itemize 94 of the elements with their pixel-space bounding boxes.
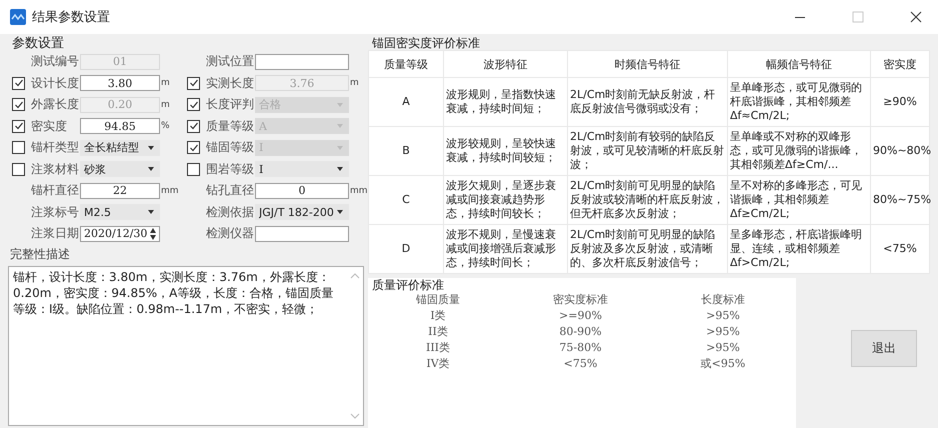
field-label: 实测长度 [206, 74, 255, 92]
date-field[interactable]: 2020/12/30 [80, 226, 160, 242]
table-cell-text: 75-80% [558, 340, 603, 355]
group-title: 质量评价标准 [372, 278, 445, 292]
checkbox[interactable] [12, 141, 25, 154]
field-label: 锚杆直径 [31, 182, 80, 200]
table-cell: C [368, 176, 444, 224]
dropdown[interactable]: M2.5 [80, 204, 160, 220]
table-cell: 波形欠规则，呈逐步衰减或间接衰减趋势形态，持续时间较长； [444, 176, 568, 224]
table-cell-text: 80-90% [558, 324, 603, 339]
group-title: 参数设置 [12, 36, 65, 51]
input-field[interactable]: 94.85 [80, 118, 160, 134]
column-header: 幅频信号特征 [728, 50, 870, 78]
field-label: 质量等级 [206, 118, 255, 135]
unit-label: % [161, 120, 171, 132]
table-cell: <75% [870, 224, 930, 274]
table-cell-text: 或<95% [700, 356, 746, 371]
field-label: 检测仪器 [206, 225, 255, 242]
dropdown[interactable]: 全长粘结型 [80, 140, 160, 156]
table-cell-text: >95% [705, 340, 741, 355]
checkbox[interactable] [187, 162, 200, 176]
field-label: 围岩等级 [206, 160, 255, 178]
column-header: 密实度 [870, 50, 930, 78]
checkbox[interactable] [12, 162, 25, 176]
table-cell: 80%~75% [870, 176, 930, 224]
field-label: 外露长度 [31, 96, 80, 114]
table-cell-text: II类 [427, 324, 449, 339]
field-label: 锚固等级 [206, 139, 255, 156]
field-label: 注浆材料 [31, 160, 80, 178]
table-cell: 2L/Cm时刻前可见明显的缺陷反射波或较清晰的杆底反射波，但无杆底多次反射波； [568, 176, 728, 224]
field-label: 密实度 [31, 118, 68, 135]
field-label: 钻孔直径 [206, 182, 255, 200]
table-cell: 呈单峰形态，或可见微弱的杆底谐振峰，其相邻频差Δf≈Cm/2L; [728, 78, 870, 126]
section-label: 完整性描述 [10, 246, 71, 262]
table-cell: 呈单峰或不对称的双峰形态，或可见微弱的谐振峰，其相邻频差Δf≥Cm/... [728, 126, 870, 176]
dropdown-arrow-icon[interactable] [148, 167, 154, 172]
input-field[interactable]: 0 [255, 182, 349, 199]
table-cell: 2L/Cm时刻前无缺反射波，杆底反射波信号微弱或没有； [568, 78, 728, 126]
window-title: 结果参数设置 [32, 9, 110, 26]
dropdown-arrow-icon[interactable] [148, 146, 154, 150]
input-field[interactable]: 3.80 [80, 75, 160, 92]
unit-label: m [350, 77, 360, 90]
field-label: 测试位置 [206, 53, 255, 70]
field-label: 设计长度 [31, 74, 80, 92]
table-cell: A [368, 78, 444, 126]
dropdown[interactable]: I [255, 161, 349, 178]
column-header: 长度标准 [700, 292, 746, 307]
field-label: 注浆日期 [31, 225, 80, 242]
field-label: 长度评判 [206, 96, 255, 114]
column-header: 锚固质量 [415, 292, 461, 307]
input-field[interactable] [255, 226, 349, 242]
unit-label: mm [161, 184, 179, 197]
field-label: 检测依据 [206, 204, 255, 221]
unit-label: mm [350, 184, 368, 197]
table-cell: D [368, 224, 444, 274]
table-cell-text: IV类 [425, 356, 451, 371]
exit-button[interactable]: 退出 [851, 330, 917, 366]
table-cell: 波形较规则，呈较快速衰减，持续时间较短； [444, 126, 568, 176]
table-cell-text: I类 [429, 308, 447, 323]
dropdown-arrow-icon[interactable] [337, 210, 343, 214]
table-cell: 呈不对称的多峰形态，可见谐振峰，其相邻频差Δf≥Cm/2L; [728, 176, 870, 224]
table-cell-text: >95% [705, 324, 741, 339]
table-cell: 波形规则，呈指数快速衰减，持续时间短； [444, 78, 568, 126]
dropdown[interactable]: 砂浆 [80, 161, 160, 178]
field-label: 锚杆类型 [31, 139, 80, 156]
app-icon [10, 9, 26, 25]
column-header: 波形特征 [444, 50, 568, 78]
input-field[interactable]: 22 [80, 182, 160, 199]
dropdown-arrow-icon[interactable] [337, 167, 343, 172]
table-cell-text: >=90% [558, 308, 603, 323]
table-cell: 90%~80% [870, 126, 930, 176]
dropdown-arrow-icon[interactable] [148, 210, 154, 214]
unit-label: m [161, 98, 171, 111]
input-field[interactable] [255, 54, 349, 70]
close-icon[interactable] [910, 11, 922, 23]
table-cell: 波形不规则，呈慢速衰减或间接增强后衰减形态，持续时间长； [444, 224, 568, 274]
column-header: 质量等级 [368, 50, 444, 78]
table-cell: 2L/Cm时刻前有较弱的缺陷反射波，或可见较清晰的杆底反射波； [568, 126, 728, 176]
group-title: 锚固密实度评价标准 [372, 36, 481, 50]
table-cell-text: III类 [424, 340, 452, 355]
field-label: 注浆标号 [31, 204, 80, 221]
unit-label: m [161, 77, 171, 90]
table-cell: 2L/Cm时刻前可见明显的缺陷反射波及多次反射波，或清晰的、多次杆底反射波信号； [568, 224, 728, 274]
column-header: 时频信号特征 [568, 50, 728, 78]
table-cell-text: >95% [705, 308, 741, 323]
field-label: 测试编号 [31, 53, 80, 70]
spinner-arrows-icon[interactable] [149, 226, 157, 241]
column-header: 密实度标准 [552, 292, 609, 307]
table-cell: 呈多峰形态，杆底谐振峰明显、连续，或相邻频差Δf>Cm/2L; [728, 224, 870, 274]
checkbox[interactable] [12, 76, 25, 90]
table-cell-text: <75% [562, 356, 598, 371]
table-cell: B [368, 126, 444, 176]
table-cell: ≥90% [870, 78, 930, 126]
checkbox[interactable] [12, 120, 25, 133]
